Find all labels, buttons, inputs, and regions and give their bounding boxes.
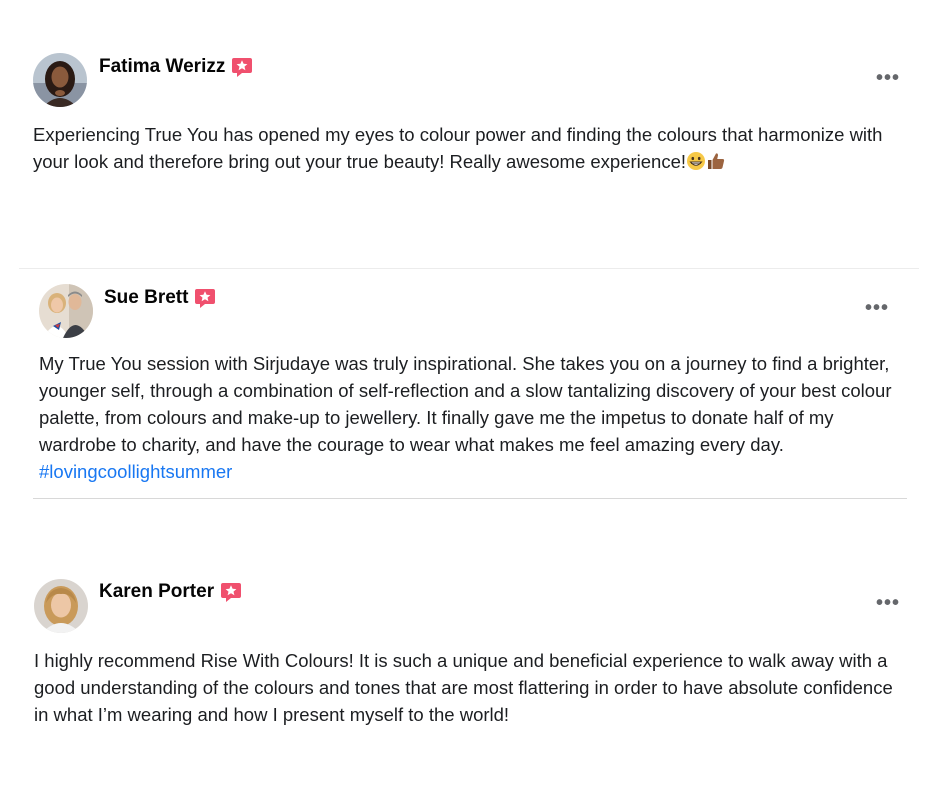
reviewer-name[interactable]: Fatima Werizz: [99, 56, 225, 78]
recommend-star-badge-icon: [220, 581, 242, 603]
review-text: Experiencing True You has opened my eyes…: [33, 124, 883, 172]
recommend-star-badge-icon: [231, 56, 253, 78]
review-card: Fatima Werizz ••• Experiencing True You …: [0, 0, 940, 260]
review-card: Sue Brett ••• My True You session with S…: [0, 268, 940, 500]
divider: [33, 498, 907, 499]
avatar[interactable]: [34, 579, 88, 633]
review-text: My True You session with Sirjudaye was t…: [39, 353, 892, 455]
couple-avatar-icon: [39, 284, 93, 338]
avatar[interactable]: [39, 284, 93, 338]
reviewer-name[interactable]: Karen Porter: [99, 581, 214, 603]
more-options-icon[interactable]: •••: [876, 68, 900, 88]
review-text-block: My True You session with Sirjudaye was t…: [39, 350, 909, 485]
review-text: I highly recommend Rise With Colours! It…: [34, 650, 893, 725]
person-avatar-icon: [33, 53, 87, 107]
person-avatar-icon: [34, 579, 88, 633]
thumbs-up-emoji-icon: [706, 151, 726, 178]
hashtag-link[interactable]: #lovingcoollightsummer: [39, 461, 232, 482]
reviewer-name[interactable]: Sue Brett: [104, 287, 188, 309]
avatar[interactable]: [33, 53, 87, 107]
recommend-star-badge-icon: [194, 287, 216, 309]
more-options-icon[interactable]: •••: [865, 298, 889, 318]
grinning-face-emoji-icon: [686, 151, 706, 178]
review-text-block: Experiencing True You has opened my eyes…: [33, 121, 893, 178]
more-options-icon[interactable]: •••: [876, 593, 900, 613]
review-card: Karen Porter ••• I highly recommend Rise…: [0, 540, 940, 788]
